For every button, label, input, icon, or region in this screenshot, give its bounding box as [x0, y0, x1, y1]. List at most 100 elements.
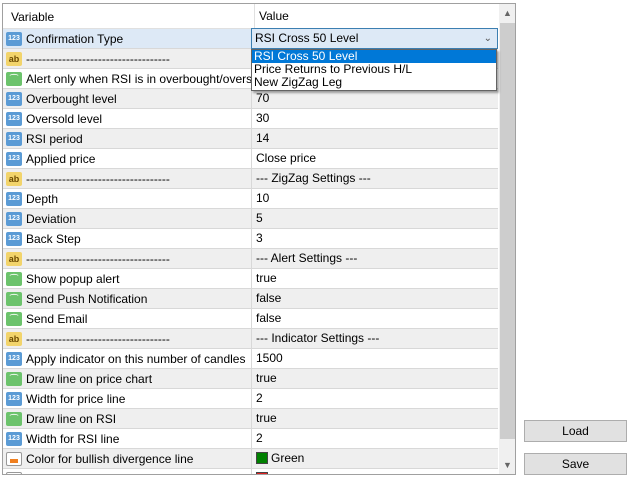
variable-value[interactable]: 5: [251, 209, 498, 229]
scroll-down-icon[interactable]: ▼: [499, 456, 515, 474]
value-text: Green: [271, 451, 305, 465]
bool-type-icon: ⁀: [6, 72, 22, 86]
variable-value[interactable]: [251, 469, 498, 474]
variable-value[interactable]: false: [251, 309, 498, 329]
variable-value[interactable]: --- ZigZag Settings ---: [251, 169, 498, 189]
variable-value[interactable]: Green: [251, 449, 498, 469]
table-row[interactable]: ab ------------------------------------ …: [3, 329, 498, 349]
table-row[interactable]: 123 Depth 10: [3, 189, 498, 209]
value-text: 2: [256, 431, 263, 445]
value-text: false: [256, 311, 282, 325]
str-type-icon: ab: [6, 52, 22, 66]
variable-name: Show popup alert: [26, 272, 120, 286]
confirmation-type-select[interactable]: RSI Cross 50 Level ⌄: [251, 28, 498, 49]
variable-value[interactable]: 2: [251, 429, 498, 449]
variable-name: Oversold level: [26, 112, 103, 126]
table-row[interactable]: ab ------------------------------------ …: [3, 249, 498, 269]
table-row[interactable]: ⁀ Draw line on RSI true: [3, 409, 498, 429]
value-text: 2: [256, 391, 263, 405]
num-type-icon: 123: [6, 232, 22, 246]
variable-value[interactable]: 30: [251, 109, 498, 129]
num-type-icon: 123: [6, 92, 22, 106]
num-type-icon: 123: [6, 152, 22, 166]
variable-value[interactable]: 2: [251, 389, 498, 409]
num-type-icon: 123: [6, 192, 22, 206]
bool-type-icon: ⁀: [6, 412, 22, 426]
variable-value[interactable]: Close price: [251, 149, 498, 169]
bool-type-icon: ⁀: [6, 372, 22, 386]
variable-name: Send Email: [26, 312, 88, 326]
col-type-icon: [6, 452, 22, 466]
header-value[interactable]: Value: [254, 4, 289, 29]
table-row[interactable]: ⁀ Show popup alert true: [3, 269, 498, 289]
table-row[interactable]: 123 Back Step 3: [3, 229, 498, 249]
variable-value[interactable]: true: [251, 269, 498, 289]
variable-name: RSI period: [26, 132, 83, 146]
variable-name: ------------------------------------: [26, 172, 170, 186]
variable-name: ------------------------------------: [26, 52, 170, 66]
chevron-down-icon[interactable]: ⌄: [484, 29, 492, 48]
value-text: --- Indicator Settings ---: [256, 331, 380, 345]
value-text: 5: [256, 211, 263, 225]
table-row[interactable]: 123 Apply indicator on this number of ca…: [3, 349, 498, 369]
load-button[interactable]: Load: [524, 420, 627, 442]
table-row[interactable]: 123 Oversold level 30: [3, 109, 498, 129]
variable-value[interactable]: --- Alert Settings ---: [251, 249, 498, 269]
scroll-up-icon[interactable]: ▲: [499, 4, 515, 22]
table-row[interactable]: 123 Width for RSI line 2: [3, 429, 498, 449]
value-text: Close price: [256, 151, 317, 165]
table-row[interactable]: [3, 469, 498, 474]
variable-name: ------------------------------------: [26, 332, 170, 346]
table-row[interactable]: ⁀ Send Email false: [3, 309, 498, 329]
variable-name: Deviation: [26, 212, 77, 226]
str-type-icon: ab: [6, 332, 22, 346]
value-text: 10: [256, 191, 270, 205]
num-type-icon: 123: [6, 32, 22, 46]
table-row[interactable]: 123 Applied price Close price: [3, 149, 498, 169]
num-type-icon: 123: [6, 112, 22, 126]
table-row[interactable]: 123 Overbought level 70: [3, 89, 498, 109]
scrollbar-thumb[interactable]: [500, 23, 515, 439]
dropdown-list: RSI Cross 50 Level Price Returns to Prev…: [251, 49, 497, 91]
value-text: true: [256, 271, 277, 285]
vertical-scrollbar[interactable]: ▲ ▼: [499, 4, 515, 474]
value-text: --- ZigZag Settings ---: [256, 171, 371, 185]
table-row[interactable]: ⁀ Send Push Notification false: [3, 289, 498, 309]
value-text: --- Alert Settings ---: [256, 251, 358, 265]
variable-value[interactable]: true: [251, 369, 498, 389]
table-row[interactable]: ab ------------------------------------ …: [3, 169, 498, 189]
variable-value[interactable]: false: [251, 289, 498, 309]
table-row[interactable]: 123 RSI period 14: [3, 129, 498, 149]
select-value: RSI Cross 50 Level: [255, 31, 359, 45]
variable-value[interactable]: 3: [251, 229, 498, 249]
header-variable[interactable]: Variable: [11, 10, 54, 24]
table-row[interactable]: Color for bullish divergence line Green: [3, 449, 498, 469]
dropdown-option[interactable]: New ZigZag Leg: [252, 76, 496, 89]
variable-value[interactable]: 1500: [251, 349, 498, 369]
variable-value[interactable]: 70: [251, 89, 498, 109]
value-text: false: [256, 291, 282, 305]
variable-name: Width for RSI line: [26, 432, 120, 446]
variable-value[interactable]: 14: [251, 129, 498, 149]
bool-type-icon: ⁀: [6, 272, 22, 286]
value-text: 70: [256, 91, 270, 105]
num-type-icon: 123: [6, 432, 22, 446]
table-row[interactable]: 123 Width for price line 2: [3, 389, 498, 409]
table-row[interactable]: ⁀ Draw line on price chart true: [3, 369, 498, 389]
variable-name: Confirmation Type: [26, 32, 124, 46]
table-row[interactable]: 123 Deviation 5: [3, 209, 498, 229]
variable-value[interactable]: 10: [251, 189, 498, 209]
save-button[interactable]: Save: [524, 453, 627, 475]
num-type-icon: 123: [6, 132, 22, 146]
variable-value[interactable]: true: [251, 409, 498, 429]
variable-name: Overbought level: [26, 92, 117, 106]
num-type-icon: 123: [6, 352, 22, 366]
variable-name: Color for bullish divergence line: [26, 452, 194, 466]
variable-name: Width for price line: [26, 392, 126, 406]
num-type-icon: 123: [6, 212, 22, 226]
value-text: 14: [256, 131, 270, 145]
variable-value[interactable]: --- Indicator Settings ---: [251, 329, 498, 349]
variable-name: Alert only when RSI is in overbought/ove…: [26, 72, 251, 86]
num-type-icon: 123: [6, 392, 22, 406]
str-type-icon: ab: [6, 252, 22, 266]
